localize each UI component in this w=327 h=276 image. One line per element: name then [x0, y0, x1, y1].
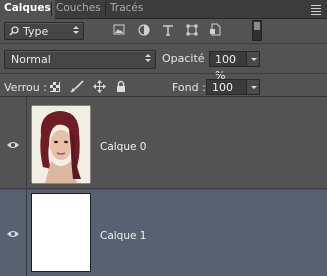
tab-divider: [51, 2, 52, 16]
smart-object-filter-icon[interactable]: [209, 23, 221, 36]
visibility-column-divider: [26, 190, 27, 276]
dropdown-arrows-icon: [73, 26, 79, 34]
layer-name[interactable]: Calque 1: [100, 230, 146, 242]
lock-all-icon[interactable]: [116, 80, 126, 93]
fill-input[interactable]: 100 %: [206, 79, 247, 110]
eye-icon[interactable]: [7, 230, 19, 238]
layer-row-selected[interactable]: Calque 1: [0, 190, 327, 276]
chevron-down-icon: [251, 58, 257, 61]
opacity-slider-button[interactable]: [246, 51, 260, 67]
filter-toggle-icon[interactable]: [252, 20, 262, 41]
shape-filter-icon[interactable]: [186, 24, 198, 36]
layer-thumbnail: [31, 193, 91, 272]
search-icon: [9, 26, 19, 36]
filter-kind-label: Type: [23, 25, 49, 38]
eye-icon[interactable]: [7, 141, 19, 149]
panel-menu-icon[interactable]: [311, 5, 321, 17]
filter-kind-dropdown[interactable]: Type: [4, 22, 84, 40]
fill-slider-button[interactable]: [246, 79, 260, 95]
tab-couches[interactable]: Couches: [53, 0, 104, 18]
opacity-input[interactable]: 100 %: [209, 51, 247, 82]
divider: [0, 43, 327, 44]
dropdown-arrows-icon: [145, 54, 151, 62]
opacity-label: Opacité :: [162, 52, 212, 65]
adjustment-filter-icon[interactable]: [138, 24, 150, 36]
lock-transparent-icon[interactable]: [50, 82, 60, 92]
layer-thumbnail: [31, 105, 91, 184]
panel-tab-bar: Calques Couches Tracés: [0, 0, 327, 19]
lock-label: Verrou :: [4, 81, 47, 94]
lock-move-icon[interactable]: [93, 80, 106, 93]
fill-label: Fond :: [172, 81, 206, 94]
blend-mode-value: Normal: [11, 53, 51, 66]
chevron-down-icon: [251, 86, 257, 89]
visibility-column-divider: [26, 97, 27, 188]
blend-mode-dropdown[interactable]: Normal: [4, 50, 156, 69]
tab-traces[interactable]: Tracés: [107, 0, 146, 18]
image-filter-icon[interactable]: [113, 24, 125, 36]
layer-row[interactable]: Calque 0: [0, 97, 327, 189]
tab-calques[interactable]: Calques: [0, 0, 55, 19]
layer-name[interactable]: Calque 0: [100, 141, 146, 153]
divider: [0, 73, 327, 74]
lock-paint-icon[interactable]: [70, 80, 84, 93]
text-filter-icon[interactable]: [162, 24, 174, 36]
tab-divider: [105, 2, 106, 16]
